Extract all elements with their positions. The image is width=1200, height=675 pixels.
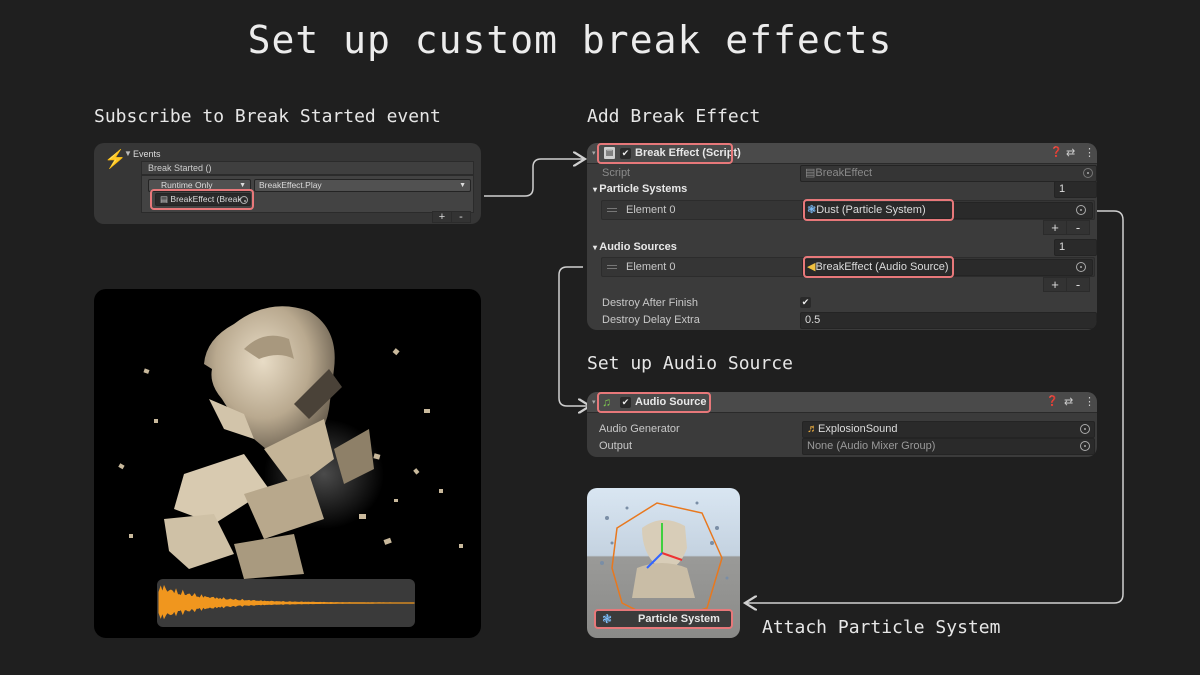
preset-icon[interactable]: ⇄ (1064, 395, 1073, 408)
script-label: Script (602, 167, 631, 179)
waveform-shape (158, 584, 415, 620)
destroy-delay-extra-field[interactable]: 0.5 (800, 312, 1097, 329)
dust-highlight (803, 199, 954, 221)
audio-source-header-highlight (597, 392, 711, 413)
events-collapse-icon[interactable]: ▼ (124, 149, 132, 158)
audio-source-highlight (803, 256, 954, 278)
dust-picker-icon[interactable] (1076, 205, 1086, 215)
help-icon[interactable]: ❓ (1050, 147, 1062, 158)
audio-waveform-panel (157, 579, 415, 627)
break-effect-header-highlight (597, 143, 733, 164)
events-header: Events (133, 149, 161, 159)
particle-system-icon: ❃ (602, 612, 613, 626)
particle-element-label: Element 0 (626, 204, 676, 216)
destroy-after-finish-checkbox[interactable]: ✔ (800, 297, 811, 308)
script-file-icon: ▤ (805, 167, 816, 179)
output-field[interactable]: None (Audio Mixer Group) (802, 438, 1095, 455)
audio-generator-label: Audio Generator (599, 423, 680, 435)
events-panel: ⚡ ▼ Events Break Started () Runtime Only… (94, 143, 481, 224)
script-field: ▤BreakEffect (800, 165, 1097, 182)
remove-audio-button[interactable]: - (1066, 277, 1090, 292)
audio-source-collapse-icon[interactable]: ▾ (592, 398, 596, 406)
particle-systems-count[interactable]: 1 (1054, 181, 1097, 198)
add-listener-button[interactable]: + (432, 211, 452, 223)
audio-generator-field[interactable]: ♬ExplosionSound (802, 421, 1095, 438)
audio-generator-picker-icon[interactable] (1080, 424, 1090, 434)
remove-listener-button[interactable]: - (451, 211, 471, 223)
preset-icon[interactable]: ⇄ (1066, 146, 1075, 159)
break-effect-panel: ▾ ▤ ✔ Break Effect (Script) ❓ ⇄ ⋮ Script… (587, 143, 1097, 330)
drag-handle[interactable] (607, 208, 617, 209)
context-menu-icon[interactable]: ⋮ (1084, 146, 1095, 159)
help-icon[interactable]: ❓ (1046, 396, 1058, 407)
output-picker-icon[interactable] (1080, 441, 1090, 451)
remove-particle-button[interactable]: - (1066, 220, 1090, 235)
particle-system-label: Particle System (638, 613, 720, 625)
audio-clip-icon: ♬ (807, 423, 818, 435)
function-dropdown[interactable]: BreakEffect.Play ▼ (254, 179, 471, 192)
audio-element-label: Element 0 (626, 261, 676, 273)
destroy-after-finish-label: Destroy After Finish (602, 297, 698, 309)
add-audio-button[interactable]: + (1043, 277, 1067, 292)
drag-handle[interactable] (607, 211, 617, 212)
audio-source-panel: ▾ ♫ ✔ Audio Source ❓ ⇄ ⋮ Audio Generator… (587, 392, 1097, 457)
event-name-label: Break Started () (148, 163, 212, 173)
statue-image (94, 289, 481, 638)
object-highlight (150, 189, 254, 210)
function-chevron-icon: ▼ (459, 182, 466, 189)
particle-system-label-bar: ❃ Particle System (594, 609, 733, 629)
context-menu-icon[interactable]: ⋮ (1084, 395, 1095, 408)
output-label: Output (599, 440, 633, 452)
audio-sources-label[interactable]: ▾ Audio Sources (593, 241, 677, 253)
drag-handle[interactable] (607, 265, 617, 266)
break-effect-collapse-icon[interactable]: ▾ (592, 149, 596, 157)
event-name-bar: Break Started () (141, 161, 474, 175)
audio-waveform (158, 584, 415, 620)
drag-handle[interactable] (607, 268, 617, 269)
destroy-delay-extra-label: Destroy Delay Extra (602, 314, 700, 326)
particle-system-thumbnail: ❃ Particle System (587, 488, 740, 638)
audio-sources-count[interactable]: 1 (1054, 239, 1097, 256)
add-particle-button[interactable]: + (1043, 220, 1067, 235)
script-picker-icon (1083, 168, 1093, 178)
audio-source-picker-icon[interactable] (1076, 262, 1086, 272)
particle-systems-label[interactable]: ▾ Particle Systems (593, 183, 687, 195)
